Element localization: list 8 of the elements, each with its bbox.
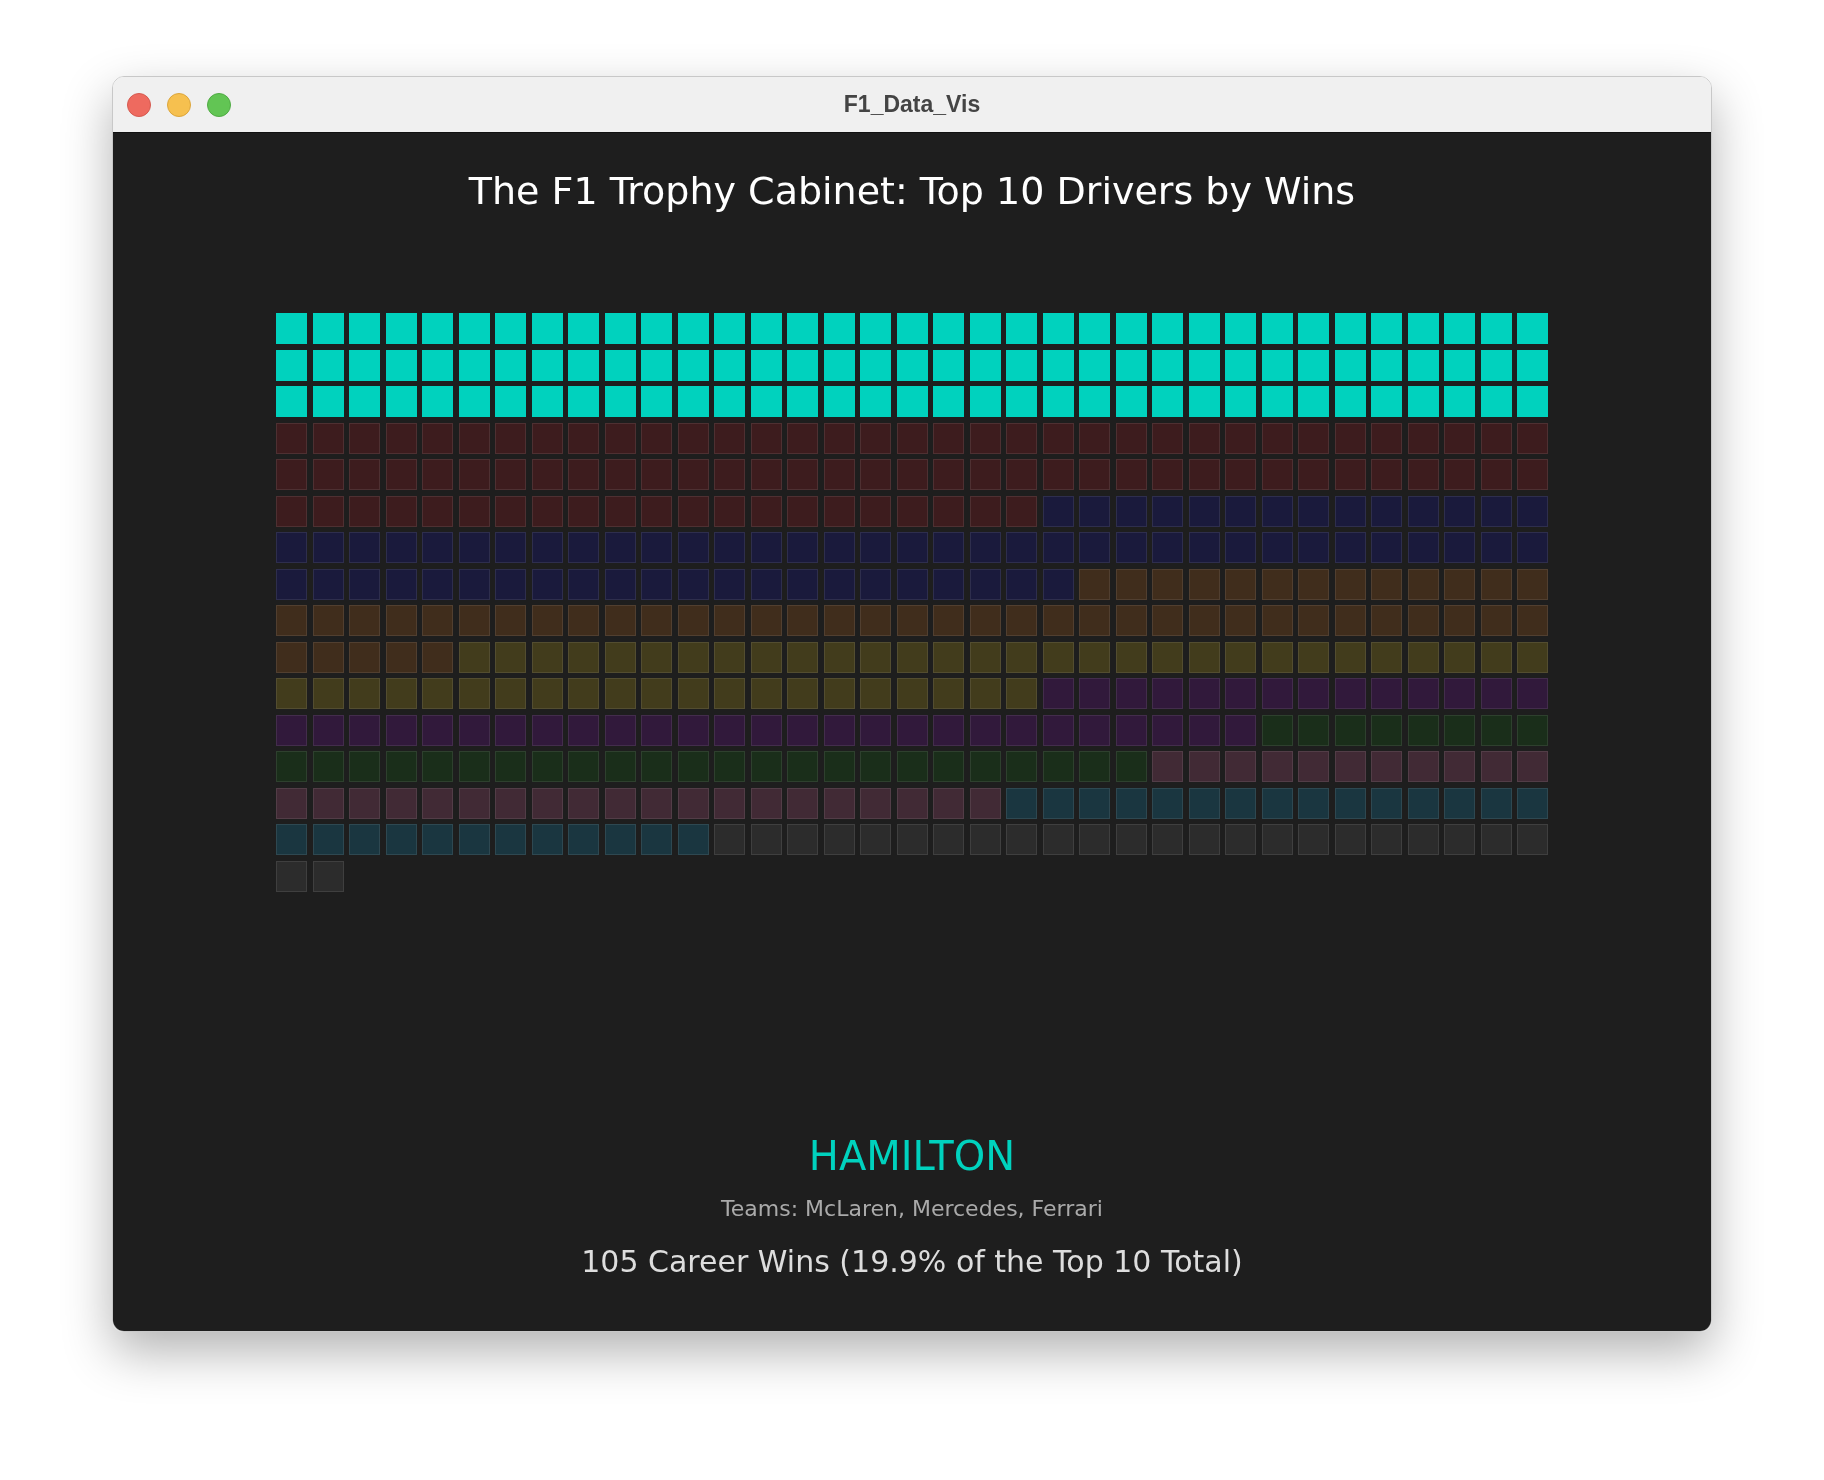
wins-summary: 105 Career Wins (19.9% of the Top 10 Total) [581,1243,1243,1281]
minimize-button[interactable] [167,93,191,117]
driver-teams: Teams: McLaren, Mercedes, Ferrari [721,1195,1103,1223]
chart-title: The F1 Trophy Cabinet: Top 10 Drivers by Wins [468,168,1356,215]
zoom-button[interactable] [207,93,231,117]
driver-name: HAMILTON [808,1132,1016,1181]
window-title: F1_Data_Vis [843,91,981,118]
close-button[interactable] [127,93,151,117]
